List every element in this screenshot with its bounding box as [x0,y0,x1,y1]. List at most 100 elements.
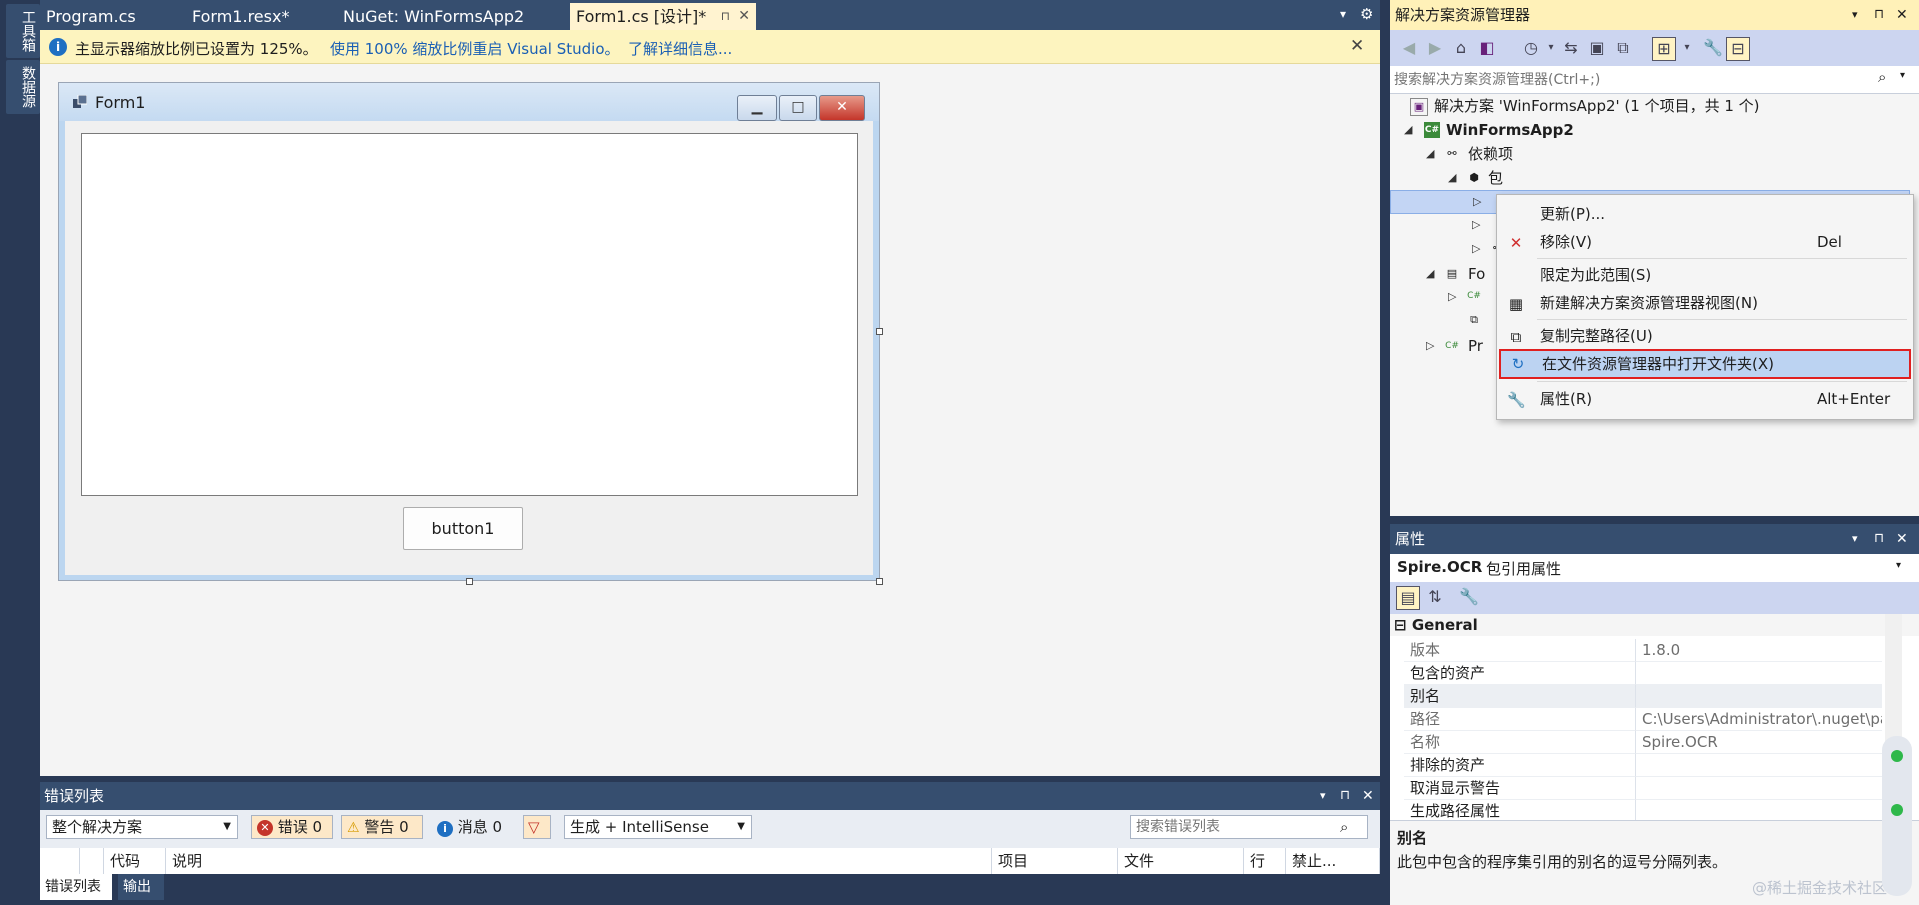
menu-item-properties[interactable]: 🔧 属性(R) Alt+Enter [1499,385,1911,413]
collapsed-arrow-icon[interactable]: ▷ [1473,195,1481,208]
close-icon[interactable]: ✕ [1350,36,1364,56]
prop-suppress-warnings[interactable]: 取消显示警告 [1404,777,1882,800]
forward-icon[interactable]: ▶ [1424,37,1446,59]
form1-window[interactable]: Form1 ▁ □ ✕ button1 [58,82,880,581]
col-suppress[interactable]: 禁止... [1286,848,1380,874]
floating-network-widget[interactable] [1882,736,1912,896]
expanded-arrow-icon[interactable]: ◢ [1426,142,1434,166]
tab-program-cs[interactable]: Program.cs [40,3,192,30]
col-line[interactable]: 行 [1244,848,1286,874]
messages-filter-button[interactable]: i 消息 0 [431,815,519,839]
open-folder-arrow-icon: ↻ [1511,355,1525,373]
back-icon[interactable]: ◀ [1398,37,1420,59]
vs-switch-view-icon[interactable]: ◧ [1476,37,1498,59]
history-icon[interactable]: ◷ [1520,37,1542,59]
menu-item-scope-to-this[interactable]: 限定为此范围(S) [1499,261,1911,289]
restart-link[interactable]: 使用 100% 缩放比例重启 Visual Studio。 [330,38,620,59]
tab-overflow-icon[interactable]: ▾ [1340,7,1346,21]
solution-search-input[interactable] [1392,68,1872,92]
wrench-icon[interactable]: 🔧 [1702,37,1724,59]
pin-icon[interactable]: ⊓ [1874,524,1884,554]
error-search-input[interactable] [1130,815,1368,839]
chevron-down-icon[interactable]: ▾ [1540,37,1562,59]
menu-label: 限定为此范围(S) [1540,266,1652,284]
tab-label: Program.cs [46,7,136,26]
prop-name-field[interactable]: 名称 Spire.OCR [1404,731,1882,754]
chevron-down-icon[interactable]: ▾ [1676,37,1698,59]
menu-item-copy-path[interactable]: ⧉ 复制完整路径(U) [1499,322,1911,350]
alphabetical-icon[interactable]: ⇅ [1424,586,1446,608]
col-project[interactable]: 项目 [992,848,1118,874]
sync-icon[interactable]: ⇆ [1560,37,1582,59]
home-icon[interactable]: ⌂ [1450,37,1472,59]
dropdown-icon[interactable]: ▾ [1852,0,1858,30]
scope-select[interactable]: 整个解决方案 ▼ [46,815,238,839]
preview-icon[interactable]: ⊟ [1726,37,1750,61]
tab-nuget[interactable]: NuGet: WinFormsApp2 [337,3,524,30]
resize-handle-bottom[interactable] [466,578,473,585]
close-icon[interactable]: ✕ [1896,524,1908,554]
prop-generate-path[interactable]: 生成路径属性 [1404,800,1882,820]
prop-included-assets[interactable]: 包含的资产 [1404,662,1882,685]
datasource-tab[interactable]: 数据源 [6,60,40,114]
maximize-button[interactable]: □ [779,95,817,121]
prop-aliases[interactable]: 别名 [1404,685,1882,708]
category-general[interactable]: ⊟ General [1390,614,1919,636]
menu-item-new-view[interactable]: ▦ 新建解决方案资源管理器视图(N) [1499,289,1911,317]
wrench-icon[interactable]: 🔧 [1458,586,1480,608]
build-filter-value: 生成 + IntelliSense [570,818,709,836]
properties-object-select[interactable]: Spire.OCR 包引用属性 ▾ [1390,554,1919,582]
categorized-icon[interactable]: ▤ [1396,586,1420,610]
resize-handle-right[interactable] [876,328,883,335]
learn-more-link[interactable]: 了解详细信息... [628,38,732,59]
tab-output[interactable]: 输出 [118,874,164,900]
category-label: General [1411,616,1478,634]
error-list-title: 错误列表 ▾ ⊓ ✕ [40,782,1380,810]
tree-label: Pr [1468,337,1483,355]
collapsed-arrow-icon[interactable]: ▷ [1448,290,1456,303]
warnings-filter-button[interactable]: ⚠ 警告 0 [341,815,423,839]
close-icon[interactable]: ✕ [1362,782,1374,810]
col-code[interactable]: 代码 [104,848,166,874]
menu-item-open-in-explorer[interactable]: ↻ 在文件资源管理器中打开文件夹(X) [1499,349,1911,379]
close-icon[interactable]: ✕ [1896,0,1908,30]
pin-icon[interactable]: ⊓ [721,3,730,30]
tab-form1-resx[interactable]: Form1.resx* [186,3,342,30]
dropdown-icon[interactable]: ▾ [1320,782,1326,810]
expanded-arrow-icon[interactable]: ◢ [1404,118,1412,142]
dropdown-icon[interactable]: ▾ [1852,524,1858,554]
tab-error-list[interactable]: 错误列表 [40,874,112,900]
gear-icon[interactable]: ⚙ [1360,5,1373,23]
button1[interactable]: button1 [403,507,523,550]
prop-path[interactable]: 路径 C:\Users\Administrator\.nuget\pac [1404,708,1882,731]
col-file[interactable]: 文件 [1118,848,1244,874]
menu-item-update[interactable]: 更新(P)... [1499,200,1911,228]
copy-icon[interactable]: ⧉ [1612,37,1634,59]
collapsed-arrow-icon[interactable]: ▷ [1472,242,1480,255]
chevron-down-icon[interactable]: ▾ [1900,70,1905,81]
collapse-icon[interactable]: ⊟ [1394,616,1407,634]
toolbox-tab[interactable]: 工具箱 [6,4,40,58]
prop-version[interactable]: 版本 1.8.0 [1404,639,1882,662]
menu-item-remove[interactable]: ✕ 移除(V) Del [1499,228,1911,256]
tab-form1-designer[interactable]: Form1.cs [设计]* ⊓ ✕ [570,3,756,30]
bottom-tab-strip: 错误列表 输出 [40,874,1380,905]
collapse-all-icon[interactable]: ▣ [1586,37,1608,59]
prop-excluded-assets[interactable]: 排除的资产 [1404,754,1882,777]
show-all-files-icon[interactable]: ⊞ [1652,37,1676,61]
expanded-arrow-icon[interactable]: ◢ [1448,166,1456,190]
build-filter-select[interactable]: 生成 + IntelliSense ▼ [564,815,752,839]
collapsed-arrow-icon[interactable]: ▷ [1426,334,1434,358]
col-description[interactable]: 说明 [166,848,992,874]
errors-filter-button[interactable]: ✕ 错误 0 [251,815,333,839]
close-icon[interactable]: ✕ [738,3,750,30]
pin-icon[interactable]: ⊓ [1874,0,1884,30]
close-button[interactable]: ✕ [819,95,865,121]
resize-handle-corner[interactable] [876,578,883,585]
filter-button[interactable]: ▽ [523,815,551,839]
expanded-arrow-icon[interactable]: ◢ [1426,262,1434,286]
minimize-button[interactable]: ▁ [737,95,777,121]
collapsed-arrow-icon[interactable]: ▷ [1472,218,1480,231]
pin-icon[interactable]: ⊓ [1340,782,1350,810]
picture-box[interactable] [81,133,858,496]
